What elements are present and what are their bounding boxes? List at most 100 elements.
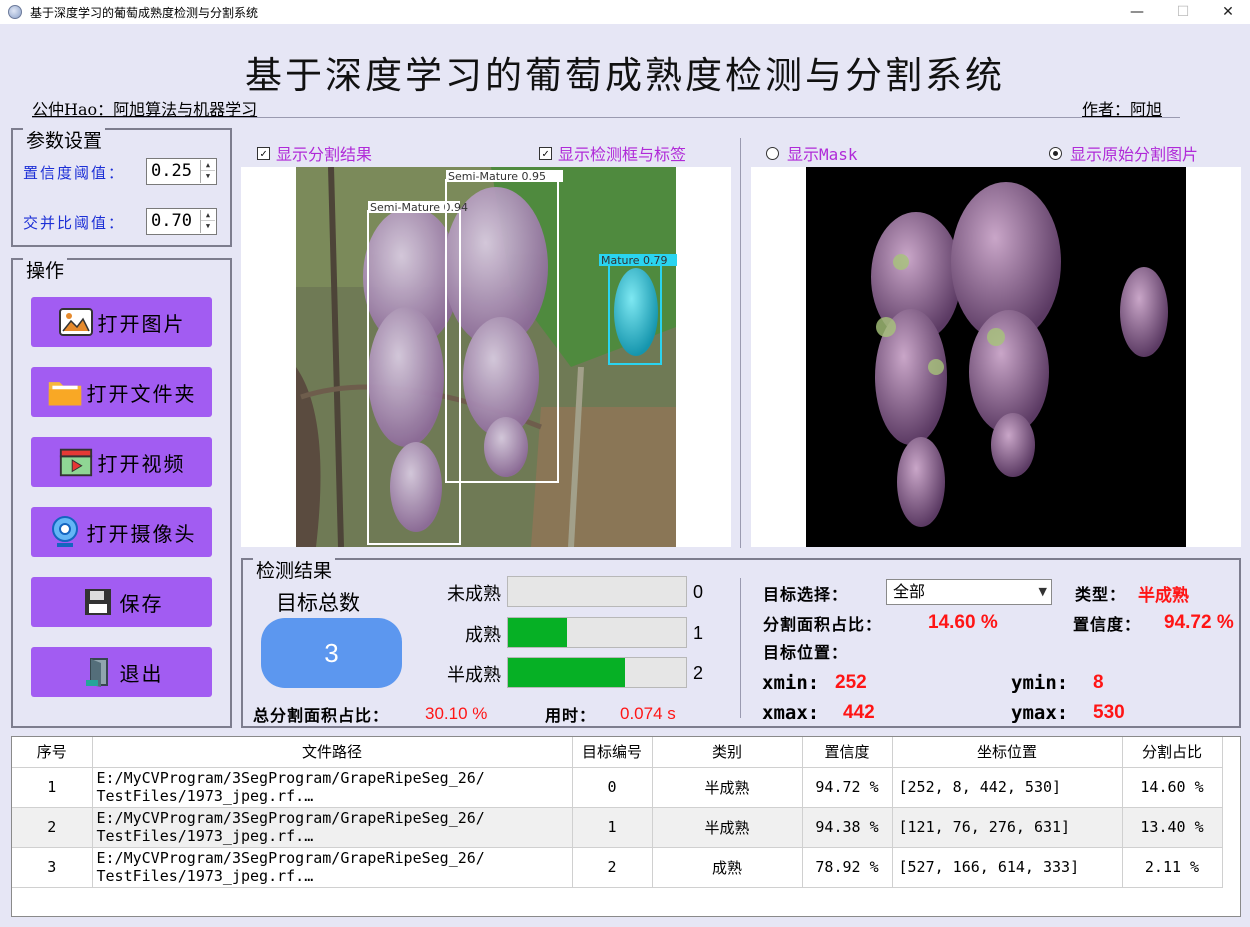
radio-checked-icon[interactable] [1049,146,1062,160]
exit-label: 退出 [119,661,164,686]
minimize-button[interactable]: — [1114,0,1160,24]
xmax-label: xmax: [762,702,820,724]
maximize-button[interactable]: ☐ [1160,0,1206,24]
total-targets-label: 目标总数 [276,591,360,615]
table-row[interactable]: 1 E:/MyCVProgram/3SegProgram/GrapeRipeSe… [12,767,1223,808]
results-divider [740,578,741,718]
page-title: 基于深度学习的葡萄成熟度检测与分割系统 [245,54,1005,97]
show-mask-label: 显示Mask [787,145,858,164]
ymin-value: 8 [1093,672,1104,693]
show-seg-checkbox[interactable]: ✓ 显示分割结果 [257,141,372,165]
header-divider [32,117,1180,118]
bar-label-unripe: 未成熟 [447,584,501,605]
show-boxes-checkbox[interactable]: ✓ 显示检测框与标签 [539,141,686,165]
open-camera-button[interactable]: 打开摄像头 [31,507,212,557]
open-video-label: 打开视频 [97,451,186,476]
results-group-title: 检测结果 [253,556,336,583]
camera-icon [47,516,83,548]
options-divider [740,138,741,548]
header-index[interactable]: 序号 [12,737,93,768]
spin-down-icon[interactable]: ▼ [201,171,215,182]
cell-position: [527, 166, 614, 333] [892,847,1123,888]
cell-path: E:/MyCVProgram/3SegProgram/GrapeRipeSeg_… [92,847,573,888]
show-original-seg-radio[interactable]: 显示原始分割图片 [1049,141,1198,165]
area-ratio-value: 14.60 % [928,612,998,633]
show-seg-label: 显示分割结果 [276,145,373,164]
bar-value-unripe: 0 [693,582,704,602]
header-class[interactable]: 类别 [652,737,803,768]
show-mask-radio[interactable]: 显示Mask [766,141,858,165]
open-folder-label: 打开文件夹 [86,381,197,406]
header-position[interactable]: 坐标位置 [892,737,1123,768]
target-select-dropdown[interactable]: 全部 ▼ [886,579,1052,605]
header-target-id[interactable]: 目标编号 [572,737,653,768]
confidence-value: 94.72 % [1164,612,1234,633]
bar-fill [508,618,567,647]
xmin-value: 252 [835,672,867,693]
save-button[interactable]: 保存 [31,577,212,627]
ymax-value: 530 [1093,702,1125,723]
table-header-row: 序号 文件路径 目标编号 类别 置信度 坐标位置 分割占比 [12,737,1223,768]
ymax-label: ymax: [1011,702,1069,724]
iou-threshold-value: 0.70 [151,211,192,231]
open-folder-button[interactable]: 打开文件夹 [31,367,212,417]
header-ratio[interactable]: 分割占比 [1122,737,1223,768]
open-image-button[interactable]: 打开图片 [31,297,212,347]
target-select-value: 全部 [893,582,926,601]
checkbox-checked-icon[interactable]: ✓ [539,146,552,160]
header-path[interactable]: 文件路径 [92,737,573,768]
save-icon [80,586,116,618]
box-label-semi-mature-2: Semi-Mature 0.94 [370,201,468,214]
close-button[interactable]: ✕ [1205,0,1250,24]
cell-confidence: 78.92 % [802,847,893,888]
table-row[interactable]: 2 E:/MyCVProgram/3SegProgram/GrapeRipeSe… [12,807,1223,848]
cell-path-line1: E:/MyCVProgram/3SegProgram/GrapeRipeSeg_… [96,769,485,787]
exit-button[interactable]: 退出 [31,647,212,697]
confidence-threshold-spinbox[interactable]: 0.25 ▲ ▼ [146,158,217,185]
open-image-label: 打开图片 [97,311,186,336]
cell-path-line1: E:/MyCVProgram/3SegProgram/GrapeRipeSeg_… [96,809,485,827]
cell-ratio: 2.11 % [1122,847,1223,888]
cell-class: 半成熟 [652,767,803,808]
cell-target-id: 0 [572,767,653,808]
cell-position: [121, 76, 276, 631] [892,807,1123,848]
open-camera-label: 打开摄像头 [86,521,197,546]
spin-down-icon[interactable]: ▼ [201,221,215,232]
bar-value-semi-ripe: 2 [693,663,704,683]
spin-up-icon[interactable]: ▲ [201,210,215,221]
xmin-label: xmin: [762,672,820,694]
total-area-label: 总分割面积占比： [253,706,390,725]
app-icon [8,5,22,19]
window-titlebar: 基于深度学习的葡萄成熟度检测与分割系统 — ☐ ✕ [0,0,1250,24]
spin-up-icon[interactable]: ▲ [201,160,215,171]
iou-threshold-spinbox[interactable]: 0.70 ▲ ▼ [146,208,217,235]
radio-unchecked-icon[interactable] [766,146,779,160]
show-boxes-label: 显示检测框与标签 [558,145,687,164]
open-video-button[interactable]: 打开视频 [31,437,212,487]
results-table[interactable]: 序号 文件路径 目标编号 类别 置信度 坐标位置 分割占比 1 E:/MyCVP… [11,736,1241,917]
xmax-value: 442 [843,702,875,723]
checkbox-checked-icon[interactable]: ✓ [257,146,270,160]
cell-path: E:/MyCVProgram/3SegProgram/GrapeRipeSeg_… [92,767,573,808]
show-original-seg-label: 显示原始分割图片 [1070,145,1199,164]
confidence-threshold-label: 置信度阈值： [23,164,126,182]
cell-path-line2: TestFiles/1973_jpeg.rf.… [96,827,314,845]
segmentation-image-panel [751,167,1241,547]
cell-index: 1 [12,767,93,808]
segmentation-image [806,167,1186,547]
cell-ratio: 13.40 % [1122,807,1223,848]
total-targets-count: 3 [261,618,402,688]
cell-confidence: 94.38 % [802,807,893,848]
save-label: 保存 [119,591,164,616]
operations-group-title: 操作 [23,256,68,283]
header-confidence[interactable]: 置信度 [802,737,893,768]
iou-threshold-label: 交并比阈值： [23,214,126,232]
area-ratio-label: 分割面积占比： [763,615,883,634]
confidence-threshold-value: 0.25 [151,161,192,181]
table-row[interactable]: 3 E:/MyCVProgram/3SegProgram/GrapeRipeSe… [12,847,1223,888]
type-value: 半成熟 [1138,586,1189,606]
cell-target-id: 2 [572,847,653,888]
bar-semi-ripe [507,657,687,688]
folder-icon [47,376,83,408]
target-select-label: 目标选择： [763,585,849,604]
